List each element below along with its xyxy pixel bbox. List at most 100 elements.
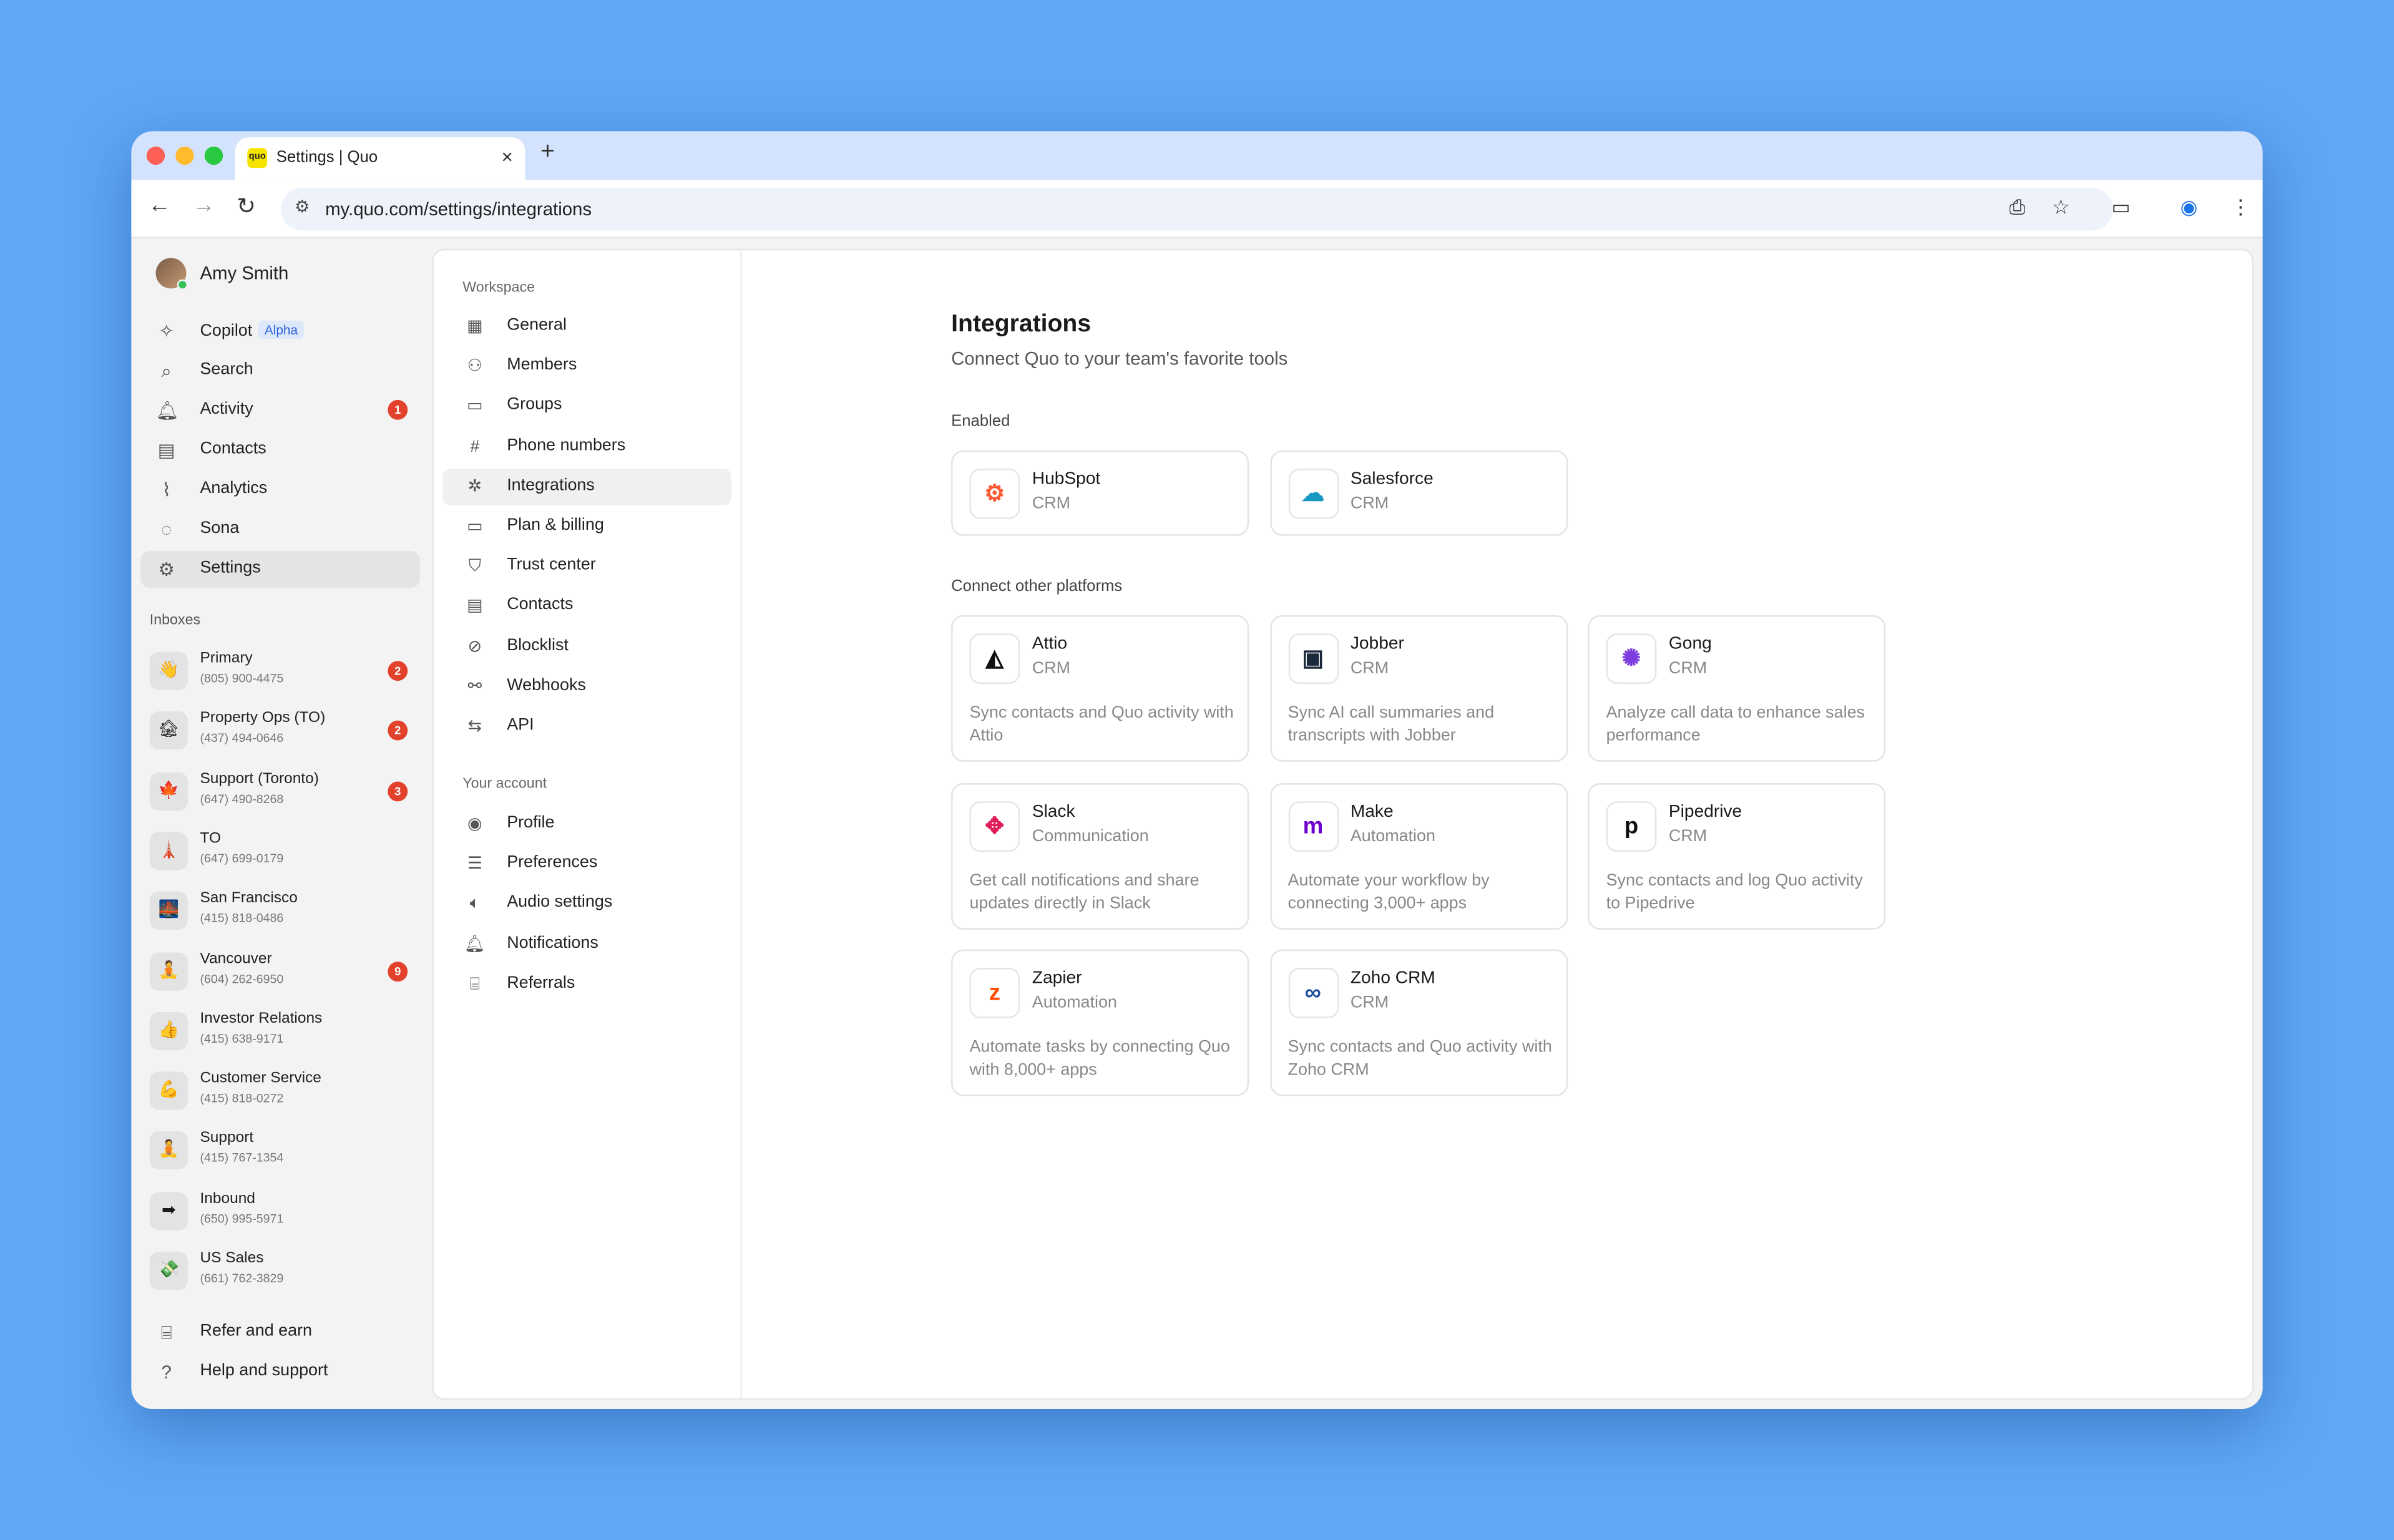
back-icon[interactable]: ←: [148, 192, 171, 218]
inbox-item-inbound[interactable]: ➡ Inbound (650) 995-5971: [140, 1186, 420, 1234]
account-heading: Your account: [462, 775, 547, 792]
settings-nav-referrals[interactable]: ⌸ Referrals: [442, 966, 731, 1003]
sidebar-item-copilot[interactable]: ✧ Copilot Alpha: [140, 313, 420, 350]
inbox-name: US Sales: [200, 1250, 264, 1267]
inbox-item-primary[interactable]: 👋 Primary (805) 900-4475 2: [140, 646, 420, 694]
url-text[interactable]: my.quo.com/settings/integrations: [325, 198, 592, 220]
help-icon: ?: [161, 1362, 172, 1383]
unread-badge: 2: [388, 661, 408, 681]
address-bar[interactable]: ⚙ my.quo.com/settings/integrations: [281, 187, 2113, 231]
settings-nav-label: Webhooks: [507, 676, 586, 694]
minimize-window-button[interactable]: [175, 146, 194, 165]
integration-card-pipedrive[interactable]: p Pipedrive CRM Sync contacts and log Quo a…: [1588, 782, 1886, 929]
maximize-window-button[interactable]: [204, 146, 223, 165]
integration-name: Salesforce: [1350, 470, 1434, 489]
integration-card-gong[interactable]: ✺ Gong CRM Analyze call data to enhance sal…: [1588, 615, 1886, 762]
sidebar-item-help-and-support[interactable]: ? Help and support: [140, 1354, 420, 1391]
site-settings-icon[interactable]: ⚙: [295, 197, 310, 217]
integration-card-make[interactable]: m Make Automation Automate your workflow by…: [1269, 782, 1568, 929]
inbox-phone: (415) 638-9171: [200, 1031, 284, 1046]
sidebar-item-refer-and-earn[interactable]: ⌸ Refer and earn: [140, 1314, 420, 1351]
integration-name: Pipedrive: [1668, 802, 1742, 821]
integration-category: Communication: [1032, 826, 1149, 846]
profile-icon[interactable]: ◉: [2180, 195, 2197, 220]
settings-nav-profile[interactable]: ◉ Profile: [442, 806, 731, 843]
settings-nav-label: General: [507, 316, 567, 334]
integration-category: CRM: [1668, 659, 1708, 678]
star-icon[interactable]: ☆: [2052, 195, 2070, 220]
settings-nav-plan-billing[interactable]: ▭ Plan & billing: [442, 509, 731, 545]
menu-icon[interactable]: ⋮: [2230, 195, 2250, 220]
browser-window: quo Settings | Quo × + ← → ↻ ⚙ my.quo.co…: [131, 131, 2263, 1410]
inbox-item-us-sales[interactable]: 💸 US Sales (661) 762-3829: [140, 1245, 420, 1294]
settings-nav-groups[interactable]: ▭ Groups: [442, 388, 731, 425]
sidebar-item-search[interactable]: ⌕ Search: [140, 353, 420, 389]
inbox-item-san-francisco[interactable]: 🌉 San Francisco (415) 818-0486: [140, 885, 420, 934]
settings-nav-preferences[interactable]: ☰ Preferences: [442, 846, 731, 883]
reload-icon[interactable]: ↻: [237, 192, 256, 220]
integration-card-salesforce[interactable]: ☁ Salesforce CRM: [1269, 450, 1568, 536]
settings-nav-phone-numbers[interactable]: # Phone numbers: [442, 428, 731, 465]
inbox-phone: (415) 767-1354: [200, 1151, 284, 1166]
integration-description: Sync AI call summaries and transcripts w…: [1287, 703, 1495, 745]
sidebar-item-settings[interactable]: ⚙ Settings: [140, 551, 420, 588]
settings-nav-api[interactable]: ⇆ API: [442, 708, 731, 745]
sidebar-item-activity[interactable]: 🔔︎ Activity 1: [140, 392, 420, 429]
sidebar-item-label: Sona: [200, 519, 239, 537]
inbox-item-customer-service[interactable]: 💪 Customer Service (415) 818-0272: [140, 1066, 420, 1114]
settings-nav-general[interactable]: ▦ General: [442, 308, 731, 345]
close-tab-icon[interactable]: ×: [501, 145, 513, 168]
browser-tab[interactable]: quo Settings | Quo ×: [235, 137, 525, 180]
forward-icon[interactable]: →: [192, 192, 215, 218]
inbox-item-property-ops-to[interactable]: 🏚 Property Ops (TO) (437) 494-0646 2: [140, 706, 420, 754]
settings-nav-members[interactable]: ⚇ Members: [442, 348, 731, 385]
settings-nav-contacts[interactable]: ▤ Contacts: [442, 588, 731, 625]
sidebar-item-contacts[interactable]: ▤ Contacts: [140, 432, 420, 469]
sidebar-item-text: Analytics: [200, 479, 268, 498]
sidebar-item-text: Contacts: [200, 439, 266, 458]
integration-card-jobber[interactable]: ▣ Jobber CRM Sync AI call summaries and tra…: [1269, 615, 1568, 762]
settings-nav-notifications[interactable]: 🔔︎ Notifications: [442, 926, 731, 963]
inbox-emoji-icon: 🍁: [149, 771, 188, 811]
inbox-item-support[interactable]: 🧘 Support (415) 767-1354: [140, 1126, 420, 1174]
inbox-emoji-icon: 🧘: [149, 1131, 188, 1170]
inbox-phone: (415) 818-0486: [200, 911, 284, 925]
install-icon[interactable]: ⎙: [2009, 195, 2025, 220]
settings-nav-blocklist[interactable]: ⊘ Blocklist: [442, 628, 731, 665]
inbox-name: Vancouver: [200, 950, 272, 967]
media-icon[interactable]: ▭: [2111, 195, 2130, 220]
integration-card-zapier[interactable]: z Zapier Automation Automate tasks by conne…: [951, 949, 1249, 1096]
settings-nav-trust-center[interactable]: ⛉ Trust center: [442, 548, 731, 585]
bell-icon: 🔔︎: [155, 399, 179, 422]
integration-name: HubSpot: [1032, 470, 1101, 489]
sidebar-item-analytics[interactable]: ⌇ Analytics: [140, 472, 420, 509]
settings-nav-integrations[interactable]: ✲ Integrations: [442, 468, 731, 505]
integration-card-hubspot[interactable]: ⚙ HubSpot CRM: [951, 450, 1249, 536]
settings-nav-webhooks[interactable]: ⚯ Webhooks: [442, 668, 731, 705]
sidebar-item-sona[interactable]: ◌ Sona: [140, 512, 420, 548]
inbox-emoji-icon: 💸: [149, 1252, 188, 1290]
inbox-emoji-icon: 🧘: [149, 952, 188, 990]
sidebar-item-text: Search: [200, 360, 253, 379]
inbox-item-vancouver[interactable]: 🧘 Vancouver (604) 262-6950 9: [140, 946, 420, 995]
inbox-phone: (650) 995-5971: [200, 1211, 284, 1226]
integration-card-attio[interactable]: ◭ Attio CRM Sync contacts and Quo activity …: [951, 615, 1249, 762]
contacts-icon: ▤: [467, 597, 483, 616]
integration-card-zoho-crm[interactable]: ∞ Zoho CRM CRM Sync contacts and Quo activi…: [1269, 949, 1568, 1096]
integration-description: Get call notifications and share updates…: [969, 870, 1199, 912]
settings-nav-label: Integrations: [507, 475, 595, 495]
integration-description: Sync contacts and Quo activity with Atti…: [969, 703, 1234, 745]
folder-icon: ▭: [467, 397, 483, 416]
inbox-name: Primary: [200, 650, 253, 668]
inbox-item-support-toronto[interactable]: 🍁 Support (Toronto) (647) 490-8268 3: [140, 766, 420, 814]
sliders-icon: ☰: [467, 855, 482, 874]
integration-card-slack[interactable]: ✥ Slack Communication Get call notification…: [951, 782, 1249, 929]
close-window-button[interactable]: [146, 146, 165, 165]
integration-category: CRM: [1032, 494, 1071, 513]
settings-nav-audio-settings[interactable]: 🔈︎ Audio settings: [442, 886, 731, 923]
new-tab-icon[interactable]: +: [540, 139, 555, 167]
inbox-item-to[interactable]: 🗼 TO (647) 699-0179: [140, 826, 420, 874]
inbox-item-investor-relations[interactable]: 👍 Investor Relations (415) 638-9171: [140, 1006, 420, 1055]
sidebar-item-label: Contacts: [200, 440, 266, 458]
inbox-name: Customer Service: [200, 1070, 321, 1088]
